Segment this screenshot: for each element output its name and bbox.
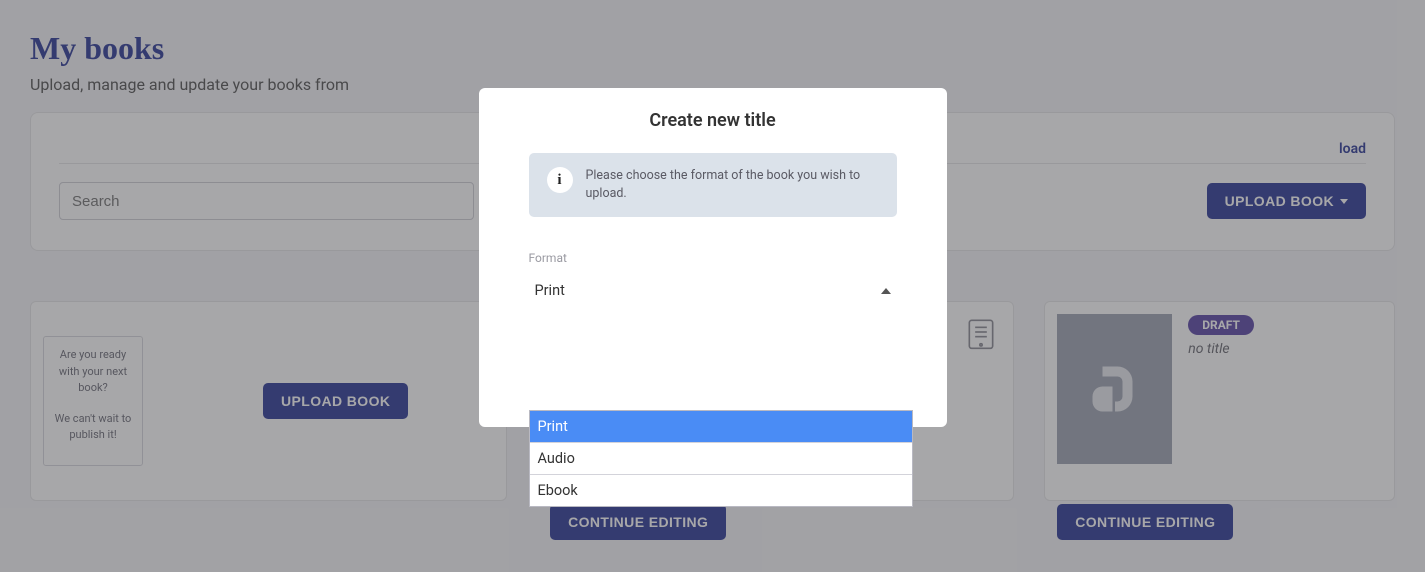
format-option-ebook[interactable]: Ebook (530, 475, 912, 506)
create-title-modal: Create new title i Please choose the for… (479, 88, 947, 427)
format-dropdown: Print Audio Ebook (529, 410, 913, 507)
modal-title: Create new title (513, 110, 913, 131)
triangle-up-icon (881, 288, 891, 294)
info-text: Please choose the format of the book you… (586, 167, 879, 203)
format-label: Format (529, 251, 897, 265)
info-icon: i (547, 167, 573, 193)
modal-overlay[interactable]: Create new title i Please choose the for… (0, 0, 1425, 572)
format-select[interactable]: Print (529, 273, 897, 309)
info-box: i Please choose the format of the book y… (529, 153, 897, 217)
format-option-print[interactable]: Print (530, 411, 912, 443)
format-option-audio[interactable]: Audio (530, 443, 912, 475)
format-selected-value: Print (535, 282, 565, 299)
